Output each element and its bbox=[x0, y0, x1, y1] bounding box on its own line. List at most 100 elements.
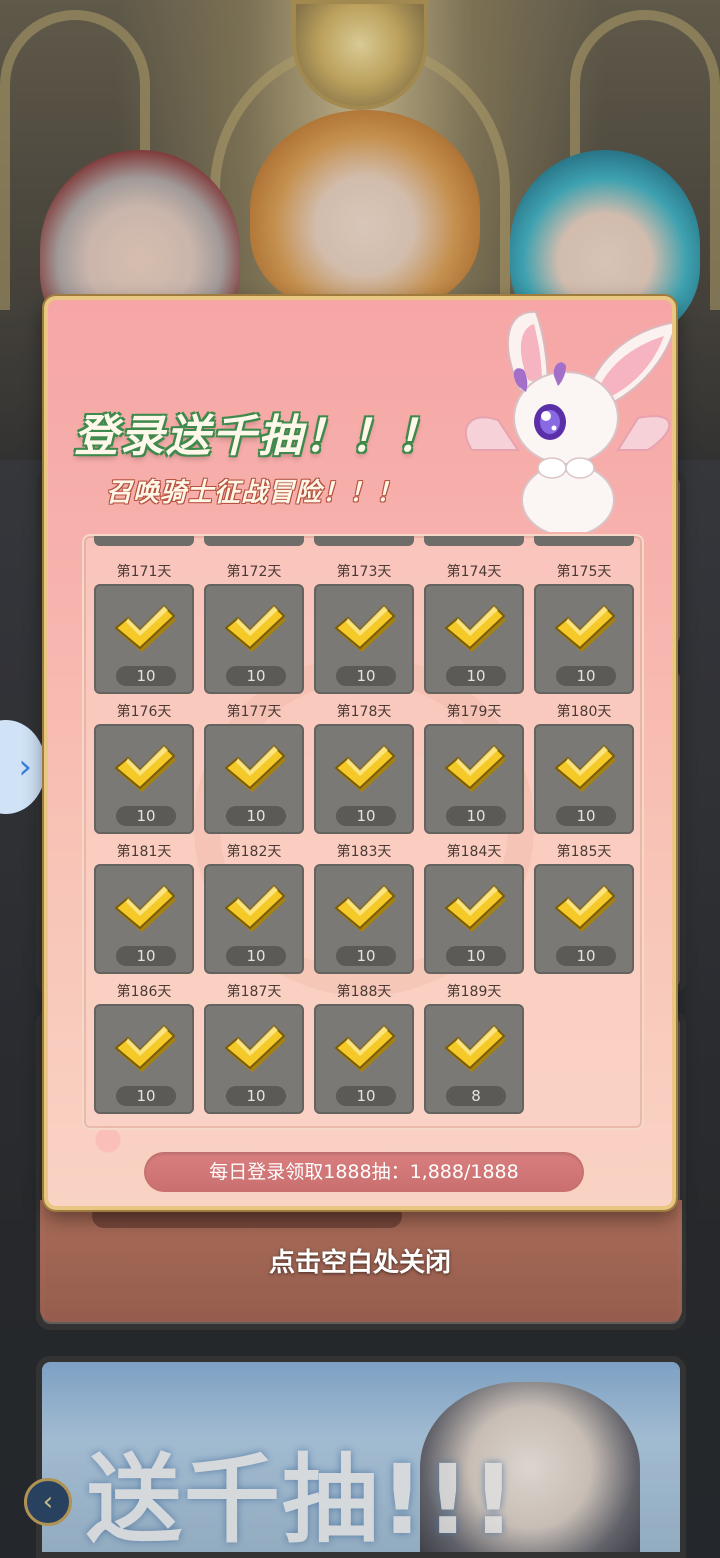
gold-check-icon bbox=[222, 742, 288, 794]
day-cells: 第171天 10 第172天 10 第173天 10 第174天 10 第175天 10 第176天… bbox=[94, 560, 634, 1120]
reward-tile[interactable]: 10 bbox=[424, 584, 524, 694]
previous-row-stub bbox=[94, 536, 194, 546]
gold-check-icon bbox=[442, 742, 508, 794]
day-cell[interactable]: 第174天 10 bbox=[424, 560, 524, 700]
day-cell[interactable]: 第175天 10 bbox=[534, 560, 634, 700]
day-label: 第185天 bbox=[556, 844, 612, 860]
reward-tile[interactable]: 10 bbox=[534, 724, 634, 834]
day-label: 第176天 bbox=[116, 704, 172, 720]
reward-count: 10 bbox=[226, 1086, 286, 1106]
close-hint[interactable]: 点击空白处关闭 bbox=[0, 1242, 720, 1279]
day-cell[interactable]: 第184天 10 bbox=[424, 840, 524, 980]
day-cell[interactable]: 第185天 10 bbox=[534, 840, 634, 980]
gold-check-icon bbox=[222, 602, 288, 654]
day-label: 第180天 bbox=[556, 704, 612, 720]
reward-tile[interactable]: 10 bbox=[424, 724, 524, 834]
reward-count: 8 bbox=[446, 1086, 506, 1106]
day-label: 第178天 bbox=[336, 704, 392, 720]
day-label: 第184天 bbox=[446, 844, 502, 860]
reward-tile[interactable]: 10 bbox=[204, 864, 304, 974]
reward-tile[interactable]: 10 bbox=[204, 1004, 304, 1114]
reward-tile[interactable]: 10 bbox=[314, 724, 414, 834]
day-label: 第172天 bbox=[226, 564, 282, 580]
day-cell[interactable]: 第180天 10 bbox=[534, 700, 634, 840]
reward-tile[interactable]: 10 bbox=[204, 724, 304, 834]
day-cell[interactable]: 第178天 10 bbox=[314, 700, 414, 840]
reward-count: 10 bbox=[446, 806, 506, 826]
day-cell[interactable]: 第176天 10 bbox=[94, 700, 194, 840]
reward-tile[interactable]: 10 bbox=[204, 584, 304, 694]
gold-check-icon bbox=[112, 602, 178, 654]
gold-check-icon bbox=[112, 742, 178, 794]
day-label: 第182天 bbox=[226, 844, 282, 860]
day-label: 第175天 bbox=[556, 564, 612, 580]
reward-count: 10 bbox=[116, 946, 176, 966]
reward-tile[interactable]: 10 bbox=[314, 864, 414, 974]
day-cell[interactable]: 第172天 10 bbox=[204, 560, 304, 700]
previous-row-stub bbox=[204, 536, 304, 546]
previous-row-stub bbox=[534, 536, 634, 546]
reward-count: 10 bbox=[336, 806, 396, 826]
reward-tile[interactable]: 10 bbox=[94, 584, 194, 694]
reward-count: 10 bbox=[226, 806, 286, 826]
day-cell[interactable]: 第177天 10 bbox=[204, 700, 304, 840]
reward-count: 10 bbox=[556, 946, 616, 966]
day-cell[interactable]: 第181天 10 bbox=[94, 840, 194, 980]
day-cell[interactable]: 第183天 10 bbox=[314, 840, 414, 980]
reward-count: 10 bbox=[336, 666, 396, 686]
day-cell[interactable]: 第179天 10 bbox=[424, 700, 524, 840]
day-cell[interactable]: 第173天 10 bbox=[314, 560, 414, 700]
reward-tile[interactable]: 10 bbox=[424, 864, 524, 974]
gold-check-icon bbox=[442, 1022, 508, 1074]
gold-check-icon bbox=[222, 882, 288, 934]
popup-title: 登录送千抽！！！ bbox=[74, 411, 442, 462]
reward-count: 10 bbox=[336, 946, 396, 966]
day-label: 第177天 bbox=[226, 704, 282, 720]
gold-check-icon bbox=[332, 602, 398, 654]
day-label: 第181天 bbox=[116, 844, 172, 860]
gold-check-icon bbox=[332, 1022, 398, 1074]
reward-tile[interactable]: 10 bbox=[94, 864, 194, 974]
previous-row-stub bbox=[314, 536, 414, 546]
gold-check-icon bbox=[442, 602, 508, 654]
gold-check-icon bbox=[332, 742, 398, 794]
reward-grid[interactable]: 第171天 10 第172天 10 第173天 10 第174天 10 第175天 10 第176天… bbox=[82, 534, 644, 1130]
gold-check-icon bbox=[332, 882, 398, 934]
day-cell[interactable]: 第188天 10 bbox=[314, 980, 414, 1120]
gold-check-icon bbox=[112, 882, 178, 934]
reward-tile[interactable]: 10 bbox=[534, 584, 634, 694]
reward-count: 10 bbox=[556, 806, 616, 826]
day-label: 第171天 bbox=[116, 564, 172, 580]
reward-count: 10 bbox=[556, 666, 616, 686]
reward-tile[interactable]: 10 bbox=[94, 1004, 194, 1114]
gold-check-icon bbox=[112, 1022, 178, 1074]
previous-row-stub bbox=[424, 536, 524, 546]
chevron-right-icon: › bbox=[18, 747, 32, 787]
login-reward-popup: 登录送千抽！！！ 召唤骑士征战冒险！！！ 第171天 10 第172天 10 第173天… bbox=[44, 296, 676, 1210]
day-cell[interactable]: 第171天 10 bbox=[94, 560, 194, 700]
reward-count: 10 bbox=[116, 1086, 176, 1106]
day-label: 第189天 bbox=[446, 984, 502, 1000]
reward-count: 10 bbox=[226, 946, 286, 966]
reward-count: 10 bbox=[446, 666, 506, 686]
gold-check-icon bbox=[222, 1022, 288, 1074]
reward-count: 10 bbox=[446, 946, 506, 966]
reward-tile[interactable]: 10 bbox=[94, 724, 194, 834]
gold-check-icon bbox=[552, 882, 618, 934]
day-cell[interactable]: 第182天 10 bbox=[204, 840, 304, 980]
reward-tile[interactable]: 10 bbox=[534, 864, 634, 974]
reward-tile[interactable]: 8 bbox=[424, 1004, 524, 1114]
reward-count: 10 bbox=[116, 666, 176, 686]
previous-row-stubs bbox=[94, 536, 634, 550]
gold-check-icon bbox=[552, 742, 618, 794]
day-cell[interactable]: 第186天 10 bbox=[94, 980, 194, 1120]
day-label: 第188天 bbox=[336, 984, 392, 1000]
day-cell[interactable]: 第187天 10 bbox=[204, 980, 304, 1120]
day-cell[interactable]: 第189天 8 bbox=[424, 980, 524, 1120]
reward-tile[interactable]: 10 bbox=[314, 1004, 414, 1114]
reward-count: 10 bbox=[336, 1086, 396, 1106]
day-label: 第183天 bbox=[336, 844, 392, 860]
reward-tile[interactable]: 10 bbox=[314, 584, 414, 694]
day-label: 第187天 bbox=[226, 984, 282, 1000]
day-label: 第186天 bbox=[116, 984, 172, 1000]
